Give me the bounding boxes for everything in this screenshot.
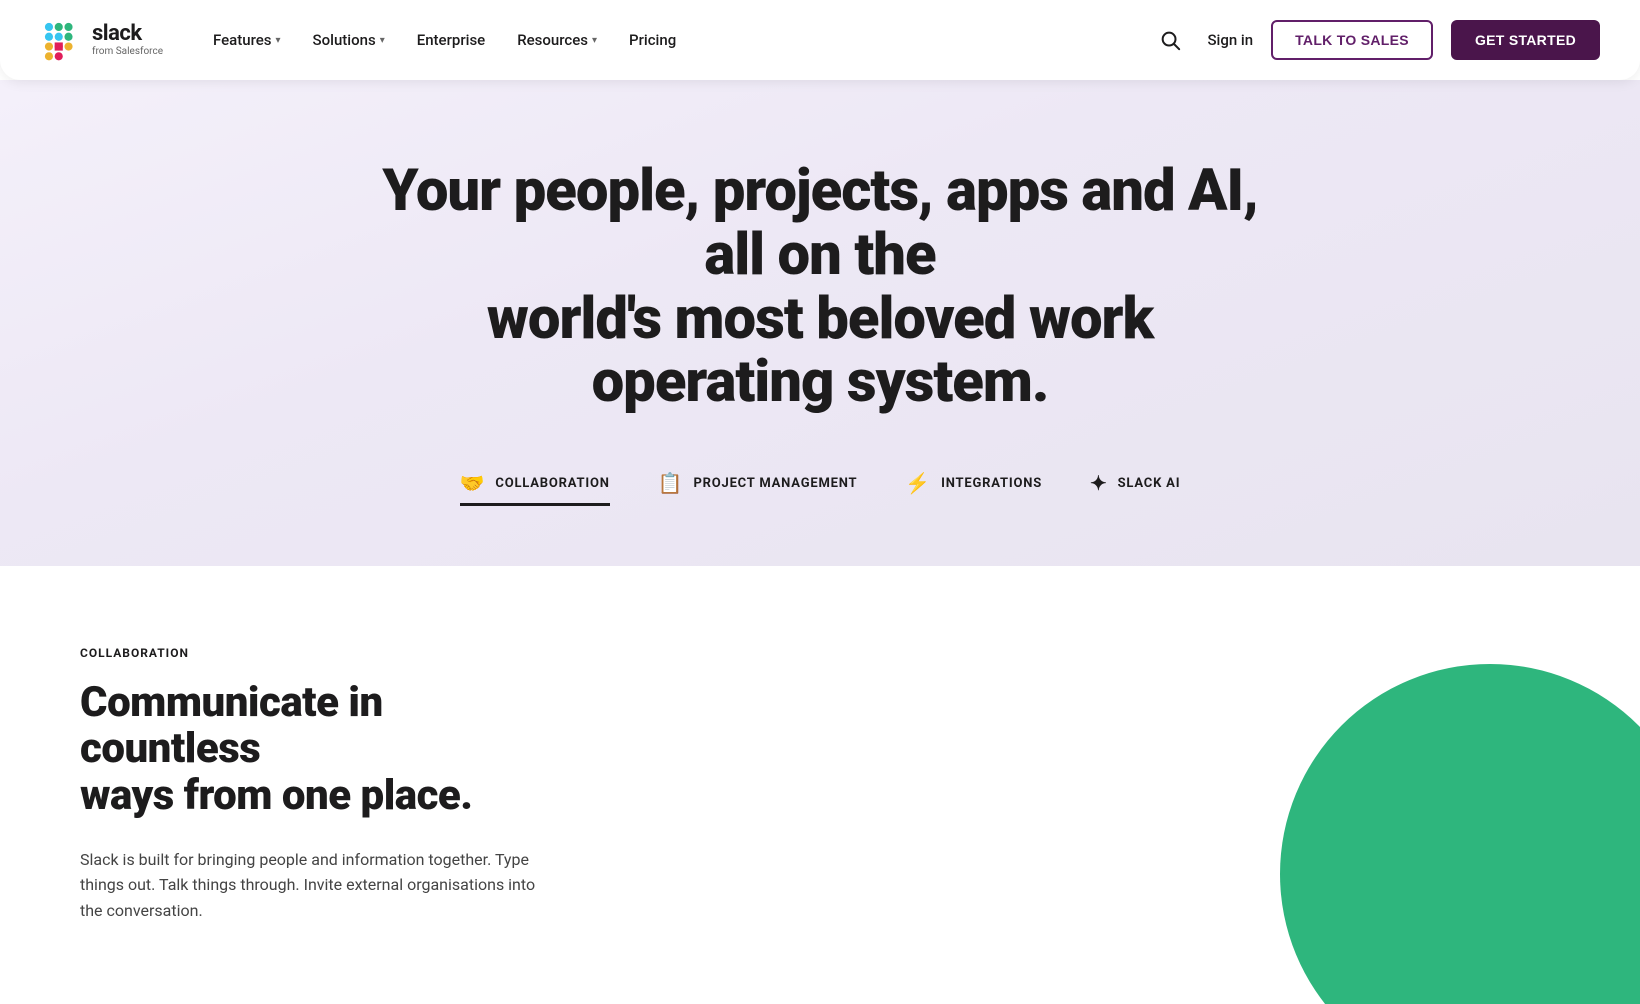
slack-ai-icon: ✦ xyxy=(1090,471,1108,495)
nav-right-actions: Sign in TALK TO SALES GET STARTED xyxy=(1151,20,1600,60)
sign-in-link[interactable]: Sign in xyxy=(1207,31,1253,49)
main-navigation: slack from Salesforce Features ▾ Solutio… xyxy=(0,0,1640,80)
integrations-icon: ⚡ xyxy=(905,471,931,495)
tab-slack-ai[interactable]: ✦ SLACK AI xyxy=(1090,463,1180,506)
tab-project-management[interactable]: 📋 PROJECT MANAGEMENT xyxy=(658,463,858,506)
slack-logo[interactable]: slack from Salesforce xyxy=(40,18,163,62)
collaboration-section-label: COLLABORATION xyxy=(80,646,1560,660)
collaboration-section-heading: Communicate in countless ways from one p… xyxy=(80,680,560,819)
get-started-button[interactable]: GET STARTED xyxy=(1451,20,1600,60)
project-management-icon: 📋 xyxy=(658,471,684,495)
hero-section: Your people, projects, apps and AI, all … xyxy=(0,80,1640,566)
logo-from-salesforce: from Salesforce xyxy=(92,47,163,57)
search-button[interactable] xyxy=(1151,21,1189,59)
collaboration-content-section: COLLABORATION Communicate in countless w… xyxy=(0,566,1640,1003)
chevron-down-icon: ▾ xyxy=(380,35,385,46)
talk-to-sales-button[interactable]: TALK TO SALES xyxy=(1271,20,1433,60)
chevron-down-icon: ▾ xyxy=(592,35,597,46)
chevron-down-icon: ▾ xyxy=(276,35,281,46)
nav-links-group: Features ▾ Solutions ▾ Enterprise Resour… xyxy=(199,23,1151,57)
tab-integrations[interactable]: ⚡ INTEGRATIONS xyxy=(905,463,1042,506)
nav-solutions[interactable]: Solutions ▾ xyxy=(299,23,399,57)
hero-title: Your people, projects, apps and AI, all … xyxy=(370,160,1270,415)
feature-tabs: 🤝 COLLABORATION 📋 PROJECT MANAGEMENT ⚡ I… xyxy=(40,463,1600,506)
tab-collaboration[interactable]: 🤝 COLLABORATION xyxy=(460,463,610,506)
nav-enterprise[interactable]: Enterprise xyxy=(403,23,499,57)
collaboration-section-body: Slack is built for bringing people and i… xyxy=(80,847,540,924)
collaboration-icon: 🤝 xyxy=(460,471,486,495)
search-icon xyxy=(1159,29,1181,51)
nav-features[interactable]: Features ▾ xyxy=(199,23,295,57)
logo-brand-name: slack xyxy=(92,23,163,45)
decorative-green-circle xyxy=(1280,664,1640,1004)
nav-resources[interactable]: Resources ▾ xyxy=(503,23,611,57)
nav-pricing[interactable]: Pricing xyxy=(615,23,690,57)
